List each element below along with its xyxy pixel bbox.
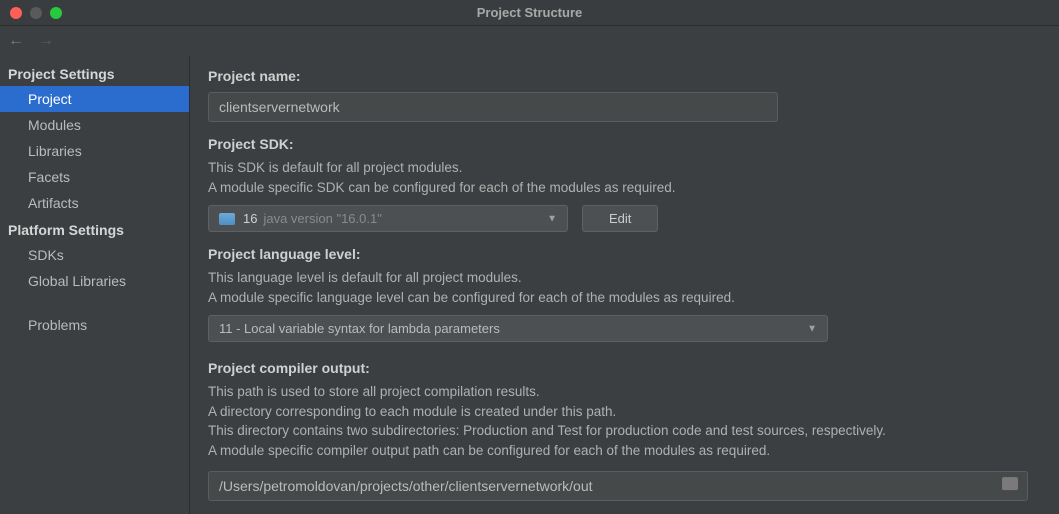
compiler-output-desc: This directory contains two subdirectori… <box>208 421 1041 441</box>
compiler-output-label: Project compiler output: <box>208 360 1041 376</box>
maximize-window-button[interactable] <box>50 7 62 19</box>
language-level-desc: This language level is default for all p… <box>208 268 1041 288</box>
chevron-down-icon: ▼ <box>547 213 557 224</box>
project-sdk-desc: A module specific SDK can be configured … <box>208 178 1041 198</box>
forward-arrow-icon[interactable]: → <box>38 32 54 50</box>
sidebar-heading-project-settings: Project Settings <box>0 60 189 86</box>
compiler-output-input[interactable] <box>208 471 1028 501</box>
minimize-window-button[interactable] <box>30 7 42 19</box>
project-sdk-label: Project SDK: <box>208 136 1041 152</box>
language-level-dropdown[interactable]: 11 - Local variable syntax for lambda pa… <box>208 315 828 342</box>
language-level-desc: A module specific language level can be … <box>208 288 1041 308</box>
project-name-input[interactable] <box>208 92 778 122</box>
sidebar-item-label: Facets <box>28 169 70 185</box>
chevron-down-icon: ▼ <box>807 323 817 334</box>
sidebar-item-label: Project <box>28 91 72 107</box>
compiler-output-desc: This path is used to store all project c… <box>208 382 1041 402</box>
project-sdk-dropdown[interactable]: 16 java version "16.0.1" ▼ <box>208 205 568 232</box>
sidebar-item-label: Problems <box>28 317 87 333</box>
browse-folder-icon[interactable] <box>1002 477 1018 490</box>
project-sdk-desc: This SDK is default for all project modu… <box>208 158 1041 178</box>
sidebar-item-label: Global Libraries <box>28 273 126 289</box>
sdk-value-primary: 16 <box>243 211 257 226</box>
close-window-button[interactable] <box>10 7 22 19</box>
sidebar-item-sdks[interactable]: SDKs <box>0 242 189 268</box>
sidebar-item-project[interactable]: Project <box>0 86 189 112</box>
sidebar-item-label: SDKs <box>28 247 64 263</box>
folder-icon <box>219 213 235 225</box>
project-name-label: Project name: <box>208 68 1041 84</box>
compiler-output-desc: A module specific compiler output path c… <box>208 441 1041 461</box>
titlebar: Project Structure <box>0 0 1059 26</box>
window-title: Project Structure <box>477 5 582 20</box>
sidebar-item-modules[interactable]: Modules <box>0 112 189 138</box>
back-arrow-icon[interactable]: ← <box>8 32 24 50</box>
sidebar-item-problems[interactable]: Problems <box>0 312 189 338</box>
sidebar-item-label: Modules <box>28 117 81 133</box>
sidebar-heading-platform-settings: Platform Settings <box>0 216 189 242</box>
sidebar-item-libraries[interactable]: Libraries <box>0 138 189 164</box>
sidebar-item-label: Libraries <box>28 143 82 159</box>
sidebar-item-label: Artifacts <box>28 195 79 211</box>
language-level-label: Project language level: <box>208 246 1041 262</box>
content-pane: Project name: Project SDK: This SDK is d… <box>190 56 1059 514</box>
sdk-value-secondary: java version "16.0.1" <box>263 211 381 226</box>
language-level-value: 11 - Local variable syntax for lambda pa… <box>219 321 500 336</box>
sidebar-item-global-libraries[interactable]: Global Libraries <box>0 268 189 294</box>
window-controls <box>0 7 62 19</box>
sidebar-item-artifacts[interactable]: Artifacts <box>0 190 189 216</box>
sidebar: Project Settings Project Modules Librari… <box>0 56 190 514</box>
edit-sdk-button[interactable]: Edit <box>582 205 658 232</box>
nav-toolbar: ← → <box>0 26 1059 56</box>
sidebar-item-facets[interactable]: Facets <box>0 164 189 190</box>
compiler-output-desc: A directory corresponding to each module… <box>208 402 1041 422</box>
